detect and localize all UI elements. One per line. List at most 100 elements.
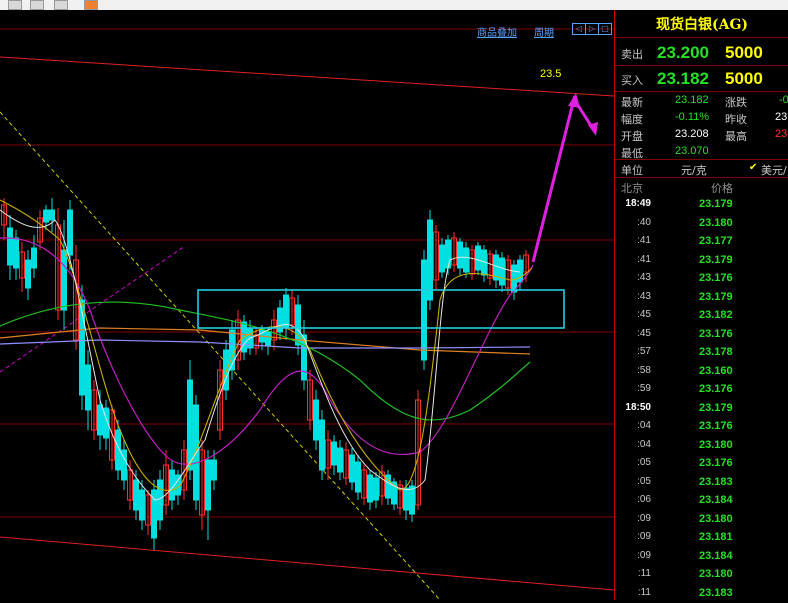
candle-body	[85, 364, 91, 411]
tick-row: :04 23.180	[615, 437, 788, 455]
tick-price: 23.180	[699, 216, 733, 229]
tick-price: 23.176	[699, 457, 733, 469]
tick-row: :04 23.176	[615, 418, 788, 436]
candle-body	[445, 239, 451, 269]
candle-body	[13, 237, 19, 269]
channel-line-upper	[0, 56, 614, 97]
period-link[interactable]: 周期	[534, 24, 554, 39]
tick-time: :04	[637, 438, 651, 450]
tick-row: :06 23.184	[615, 492, 788, 510]
prev-close-value: 23	[775, 111, 788, 123]
tick-price: 23.160	[699, 364, 733, 377]
forecast-arrow-head-up	[568, 93, 580, 108]
tick-row: 18:49 23.179	[615, 196, 788, 214]
tick-row: :59 23.176	[615, 381, 788, 399]
tick-time: :09	[637, 531, 651, 542]
candle-body	[7, 227, 13, 266]
tick-time: :45	[637, 309, 651, 320]
change-label: 涨跌	[725, 96, 747, 109]
tick-price: 23.176	[699, 327, 733, 340]
tick-row: 18:50 23.179	[615, 400, 788, 418]
sell-price: 23.200	[657, 43, 709, 62]
tick-row: :05 23.176	[615, 455, 788, 473]
chart-canvas[interactable]: 23.5	[0, 10, 614, 600]
candle-body	[499, 257, 505, 286]
candle-body	[367, 474, 373, 503]
toolbar-button-1[interactable]	[8, 0, 22, 10]
tick-row: :45 23.176	[615, 326, 788, 344]
tick-price: 23.176	[699, 420, 733, 432]
tick-price: 23.183	[699, 586, 733, 599]
tick-time: :11	[637, 568, 651, 579]
candle-body	[313, 399, 319, 441]
tick-row: :45 23.182	[615, 307, 788, 325]
buy-qty: 5000	[725, 69, 763, 88]
candle-body	[187, 379, 193, 471]
tick-price: 23.182	[699, 309, 733, 321]
toolbar-button-2[interactable]	[30, 0, 44, 10]
amplitude-label: 幅度	[621, 113, 643, 126]
tick-time: :09	[637, 512, 651, 524]
tick-header: 北京 价格	[615, 179, 788, 195]
candle-body	[421, 259, 427, 361]
candle-body	[139, 489, 145, 521]
nav-next-button[interactable]: ▷	[585, 23, 599, 35]
candle-body	[157, 479, 163, 521]
tick-time: :11	[637, 586, 651, 598]
unit-value: 元/克	[681, 164, 707, 177]
candle-body	[337, 447, 343, 473]
unit-row: 单位 元/克 ✔ 美元/	[615, 161, 788, 177]
candle-body	[43, 209, 49, 223]
tick-row: :11 23.180	[615, 566, 788, 584]
buy-row[interactable]: 买入 23.182 5000	[615, 68, 788, 92]
candle-body	[319, 419, 325, 471]
low-value: 23.070	[675, 145, 709, 157]
candles	[1, 198, 529, 550]
tick-time: :43	[637, 272, 651, 283]
open-value: 23.208	[675, 128, 709, 140]
latest-row: 最新 23.182 涨跌 -0	[615, 93, 788, 109]
high-value: 23	[775, 128, 788, 140]
candle-body	[373, 477, 379, 501]
channel-line-lower	[0, 536, 614, 591]
target-price-label: 23.5	[540, 68, 561, 80]
tick-time: :06	[637, 494, 651, 505]
toolbar-button-4[interactable]	[84, 0, 98, 10]
tick-row: :57 23.178	[615, 344, 788, 362]
candle-body	[205, 459, 211, 511]
buy-label: 买入	[621, 74, 643, 87]
candle-body	[331, 441, 337, 466]
tick-row: :41 23.179	[615, 252, 788, 270]
currency-option[interactable]: 美元/	[761, 162, 787, 178]
sell-row[interactable]: 卖出 23.200 5000	[615, 42, 788, 66]
nav-full-button[interactable]: □	[598, 23, 612, 35]
tick-price: 23.176	[699, 383, 733, 395]
candle-body	[31, 247, 37, 269]
tick-price: 23.179	[699, 253, 733, 266]
tick-row: :43 23.176	[615, 270, 788, 288]
tick-price: 23.184	[699, 494, 733, 506]
tick-time: :09	[637, 549, 651, 561]
tick-price: 23.179	[699, 198, 733, 210]
candle-body	[61, 249, 67, 311]
tick-time: :45	[637, 327, 651, 339]
tick-row: :43 23.179	[615, 289, 788, 307]
candle-body	[295, 304, 301, 346]
candle-body	[67, 209, 73, 256]
tick-price: 23.179	[699, 290, 733, 303]
change-value: -0	[779, 94, 788, 106]
tick-price: 23.180	[699, 438, 733, 451]
candle-body	[439, 244, 445, 273]
tick-time: :04	[637, 420, 651, 431]
add-product-link[interactable]: 商品叠加	[477, 24, 517, 39]
low-row: 最低 23.070	[615, 144, 788, 160]
nav-prev-button[interactable]: ◁	[572, 23, 586, 35]
toolbar-button-3[interactable]	[54, 0, 68, 10]
tick-price: 23.183	[699, 475, 733, 488]
tick-time: :40	[637, 216, 651, 228]
candle-body	[211, 459, 217, 481]
tick-price: 23.177	[699, 235, 733, 247]
tick-price: 23.180	[699, 512, 733, 525]
price-chart[interactable]: 23.5 商品叠加 周期 ◁ ▷ □	[0, 10, 614, 600]
latest-value: 23.182	[675, 94, 709, 106]
